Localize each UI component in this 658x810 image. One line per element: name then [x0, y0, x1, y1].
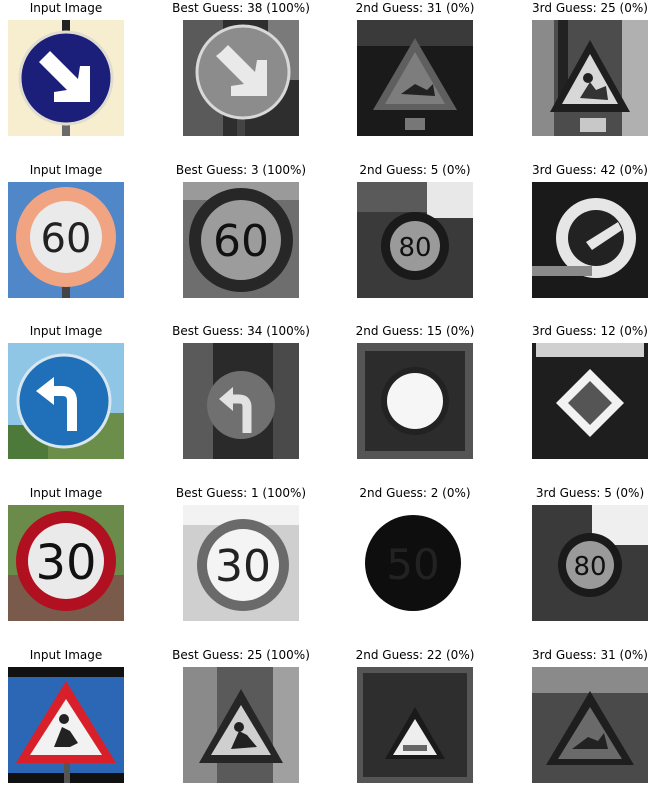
input-image-speed-limit-60: 60 [8, 182, 124, 298]
guess-image-triangle-warning [357, 20, 473, 136]
cell-title: 2nd Guess: 2 (0%) [359, 486, 471, 500]
cell-title: 3rd Guess: 31 (0%) [532, 648, 648, 662]
cell-title: Best Guess: 38 (100%) [172, 1, 310, 15]
input-image-speed-limit-30: 30 [8, 505, 124, 621]
guess-image-turn-left [183, 343, 299, 459]
guess-image-no-vehicles [357, 343, 473, 459]
speed-number: 80 [398, 233, 431, 263]
cell-title: Input Image [29, 163, 103, 177]
second-guess-cell: 2nd Guess: 22 (0%) [356, 648, 474, 783]
speed-number: 80 [573, 552, 606, 582]
input-image-road-work-sign [8, 667, 124, 783]
cell-title: Input Image [29, 648, 103, 662]
guess-image-road-work [183, 667, 299, 783]
cell-title: Best Guess: 3 (100%) [175, 163, 307, 177]
third-guess-cell: 3rd Guess: 12 (0%) [532, 324, 648, 459]
guess-image-end-no-passing [532, 182, 648, 298]
speed-number: 30 [215, 541, 271, 592]
guess-image-wild-animals [532, 667, 648, 783]
cell-title: 2nd Guess: 31 (0%) [355, 1, 475, 15]
prediction-row-3: Input Image Best Guess: 34 (100%) 2nd Gu… [0, 324, 658, 486]
guess-image-bumpy-road [357, 667, 473, 783]
input-image-keep-right-sign [8, 20, 124, 136]
prediction-grid: Input Image Best Guess: 38 (100%) 2nd Gu… [0, 0, 658, 792]
prediction-row-4: Input Image 30 Best Guess: 1 (100%) 30 2… [0, 486, 658, 648]
cell-title: 3rd Guess: 5 (0%) [535, 486, 645, 500]
guess-image-keep-right [183, 20, 299, 136]
input-cell: Input Image [8, 1, 124, 136]
third-guess-cell: 3rd Guess: 31 (0%) [532, 648, 648, 783]
guess-image-roadwork-triangle [532, 20, 648, 136]
input-cell: Input Image [8, 648, 124, 783]
second-guess-cell: 2nd Guess: 15 (0%) [356, 324, 474, 459]
second-guess-cell: 2nd Guess: 2 (0%) 50 [357, 486, 473, 621]
input-cell: Input Image [8, 324, 124, 459]
cell-title: Input Image [29, 486, 103, 500]
input-cell: Input Image 30 [8, 486, 124, 621]
second-guess-cell: 2nd Guess: 31 (0%) [356, 1, 474, 136]
cell-title: Input Image [29, 1, 103, 15]
speed-number: 60 [213, 216, 269, 267]
speed-number: 30 [35, 535, 96, 591]
second-guess-cell: 2nd Guess: 5 (0%) 80 [357, 163, 473, 298]
best-guess-cell: Best Guess: 34 (100%) [172, 324, 310, 459]
cell-title: Input Image [29, 324, 103, 338]
guess-image-speed-limit-80: 80 [532, 505, 648, 621]
input-image-turn-left-sign [8, 343, 124, 459]
guess-image-speed-limit-60: 60 [183, 182, 299, 298]
best-guess-cell: Best Guess: 1 (100%) 30 [176, 486, 306, 621]
best-guess-cell: Best Guess: 38 (100%) [172, 1, 310, 136]
cell-title: Best Guess: 34 (100%) [172, 324, 310, 338]
cell-title: Best Guess: 1 (100%) [175, 486, 307, 500]
cell-title: Best Guess: 25 (100%) [172, 648, 310, 662]
guess-image-speed-limit-30: 30 [183, 505, 299, 621]
cell-title: 3rd Guess: 25 (0%) [532, 1, 648, 15]
best-guess-cell: Best Guess: 3 (100%) 60 [176, 163, 306, 298]
speed-number: 60 [41, 216, 92, 262]
best-guess-cell: Best Guess: 25 (100%) [172, 648, 310, 783]
input-cell: Input Image 60 [8, 163, 124, 298]
cell-title: 2nd Guess: 5 (0%) [359, 163, 471, 177]
guess-image-speed-limit-50: 50 [357, 505, 473, 621]
cell-title: 2nd Guess: 22 (0%) [355, 648, 475, 662]
cell-title: 2nd Guess: 15 (0%) [355, 324, 475, 338]
cell-title: 3rd Guess: 12 (0%) [532, 324, 648, 338]
third-guess-cell: 3rd Guess: 5 (0%) 80 [532, 486, 648, 621]
prediction-row-2: Input Image 60 Best Guess: 3 (100%) 60 2… [0, 163, 658, 325]
cell-title: 3rd Guess: 42 (0%) [532, 163, 648, 177]
guess-image-speed-limit-80: 80 [357, 182, 473, 298]
third-guess-cell: 3rd Guess: 42 (0%) [532, 163, 648, 298]
prediction-row-5: Input Image Best Guess: 25 (100%) 2nd Gu… [0, 648, 658, 810]
prediction-row-1: Input Image Best Guess: 38 (100%) 2nd Gu… [0, 1, 658, 163]
guess-image-priority-road [532, 343, 648, 459]
third-guess-cell: 3rd Guess: 25 (0%) [532, 1, 648, 136]
speed-number: 50 [386, 540, 439, 589]
